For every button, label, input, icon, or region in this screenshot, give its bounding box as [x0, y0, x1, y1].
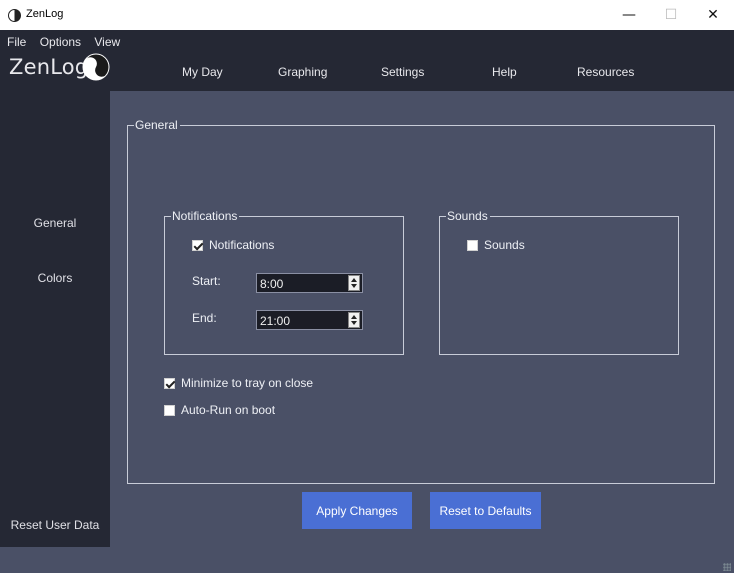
start-time-spinbox[interactable]: 8:00 — [256, 273, 363, 293]
nav-my-day[interactable]: My Day — [182, 65, 223, 79]
app-header: File Options View ZenLog My Day Graphing… — [0, 30, 734, 91]
notifications-checkbox[interactable]: Notifications — [192, 238, 274, 252]
settings-sidebar: General Colors Reset User Data — [0, 91, 110, 547]
sidebar-item-general[interactable]: General — [0, 216, 110, 230]
start-time-value: 8:00 — [260, 277, 284, 291]
window-title: ZenLog — [26, 8, 64, 20]
apply-changes-button[interactable]: Apply Changes — [302, 492, 412, 529]
sounds-checkbox-label: Sounds — [484, 238, 525, 252]
app-icon — [8, 9, 21, 22]
sidebar-item-colors[interactable]: Colors — [0, 271, 110, 285]
notifications-checkbox-label: Notifications — [209, 238, 275, 252]
reset-defaults-button[interactable]: Reset to Defaults — [430, 492, 541, 529]
menu-bar: File Options View — [7, 35, 130, 49]
menu-options[interactable]: Options — [40, 35, 81, 49]
autorun-check-box[interactable] — [164, 404, 175, 416]
nav-graphing[interactable]: Graphing — [278, 65, 327, 79]
end-down-arrow-icon[interactable] — [351, 321, 357, 325]
minimize-button[interactable]: — — [608, 0, 650, 30]
menu-view[interactable]: View — [94, 35, 120, 49]
minimize-tray-label: Minimize to tray on close — [181, 376, 314, 390]
end-time-label: End: — [192, 311, 217, 325]
start-time-stepper[interactable] — [348, 275, 360, 291]
notifications-check-box[interactable] — [192, 239, 203, 251]
end-time-stepper[interactable] — [348, 312, 360, 328]
minimize-tray-checkbox[interactable]: Minimize to tray on close — [164, 376, 313, 390]
reset-user-data-button[interactable]: Reset User Data — [0, 518, 110, 532]
sounds-checkbox[interactable]: Sounds — [467, 238, 525, 252]
menu-file[interactable]: File — [7, 35, 26, 49]
close-button[interactable]: ✕ — [692, 0, 734, 30]
sounds-groupbox: Sounds Sounds — [439, 208, 679, 355]
maximize-button[interactable]: ☐ — [650, 0, 692, 30]
notifications-group-title: Notifications — [171, 208, 240, 224]
window-titlebar: ZenLog — ☐ ✕ — [0, 0, 734, 30]
general-groupbox: General Notifications Notifications Star… — [127, 117, 715, 484]
yin-yang-logo-icon — [82, 53, 110, 81]
minimize-tray-check-box[interactable] — [164, 377, 175, 389]
resize-grip-icon[interactable] — [723, 563, 731, 571]
start-down-arrow-icon[interactable] — [351, 284, 357, 288]
end-up-arrow-icon[interactable] — [351, 315, 357, 319]
end-time-spinbox[interactable]: 21:00 — [256, 310, 363, 330]
general-group-title: General — [134, 117, 180, 133]
sidebar-bottom-strip — [0, 547, 110, 573]
sounds-group-title: Sounds — [446, 208, 490, 224]
nav-help[interactable]: Help — [492, 65, 517, 79]
settings-panel: General Notifications Notifications Star… — [110, 91, 734, 573]
start-up-arrow-icon[interactable] — [351, 278, 357, 282]
brand-title: ZenLog — [9, 55, 89, 79]
nav-settings[interactable]: Settings — [381, 65, 424, 79]
nav-resources[interactable]: Resources — [577, 65, 634, 79]
notifications-groupbox: Notifications Notifications Start: 8:00 … — [164, 208, 404, 355]
autorun-label: Auto-Run on boot — [181, 403, 276, 417]
end-time-value: 21:00 — [260, 314, 291, 328]
autorun-checkbox[interactable]: Auto-Run on boot — [164, 403, 275, 417]
start-time-label: Start: — [192, 274, 221, 288]
sounds-check-box[interactable] — [467, 239, 478, 251]
